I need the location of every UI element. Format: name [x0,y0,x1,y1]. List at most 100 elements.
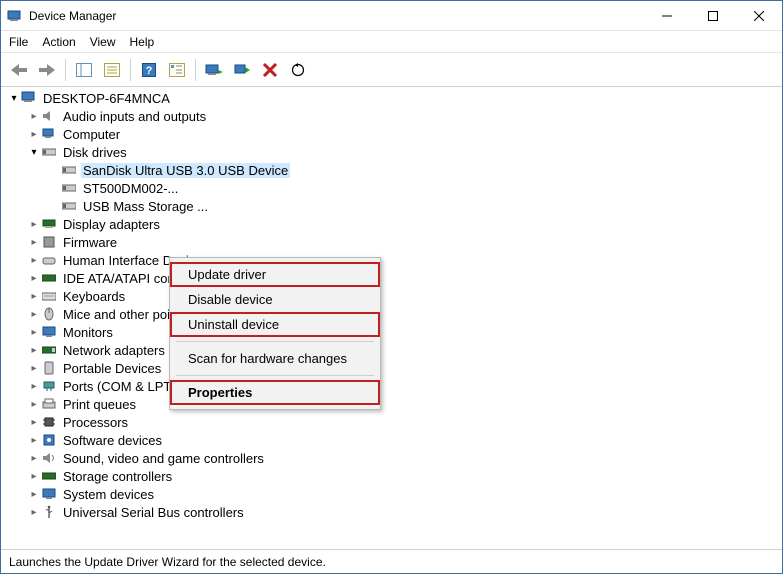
tree-row[interactable]: ▸ Monitors [3,323,780,341]
tree-row[interactable]: ▾ Disk drives [3,143,780,161]
expand-icon[interactable]: ▸ [27,363,41,374]
context-uninstall-device[interactable]: Uninstall device [170,312,380,337]
tree-row[interactable]: ▸ Processors [3,413,780,431]
tree-row[interactable]: USB Mass Storage ... [3,197,780,215]
nav-back-button[interactable] [7,58,31,82]
minimize-button[interactable] [644,1,690,31]
update-driver-button[interactable] [202,58,226,82]
tree-row[interactable]: ▸ Computer [3,125,780,143]
computer-icon [41,127,57,141]
tree-row[interactable]: ▸ Mice and other pointing devices [3,305,780,323]
expand-icon[interactable]: ▸ [27,453,41,464]
refresh-button[interactable] [286,58,310,82]
status-bar: Launches the Update Driver Wizard for th… [1,549,782,573]
expand-icon[interactable]: ▸ [27,471,41,482]
properties-button[interactable] [100,58,124,82]
menu-bar: File Action View Help [1,31,782,53]
expand-icon[interactable]: ▸ [27,327,41,338]
window-title: Device Manager [29,9,644,23]
svg-text:?: ? [146,65,153,77]
title-bar: Device Manager [1,1,782,31]
category-label: Display adapters [61,217,162,232]
window-controls [644,1,782,31]
category-label: Audio inputs and outputs [61,109,208,124]
expand-icon[interactable]: ▸ [27,291,41,302]
tree-row[interactable]: ▸ Portable Devices [3,359,780,377]
tree-row[interactable]: ▸ Human Interface Devices [3,251,780,269]
tree-row[interactable]: ▸ Firmware [3,233,780,251]
expand-icon[interactable]: ▸ [27,273,41,284]
expand-icon[interactable]: ▸ [27,489,41,500]
expand-icon[interactable]: ▸ [27,129,41,140]
tree-row[interactable]: ▸ Network adapters [3,341,780,359]
speaker-icon [41,109,57,123]
context-update-driver[interactable]: Update driver [170,262,380,287]
expand-icon[interactable]: ▾ [7,93,21,104]
expand-icon[interactable]: ▸ [27,435,41,446]
expand-icon[interactable]: ▸ [27,111,41,122]
menu-help[interactable]: Help [130,35,155,49]
category-label: Ports (COM & LPT) [61,379,178,394]
sound-icon [41,451,57,465]
tree-row[interactable]: ▸ Software devices [3,431,780,449]
disk-icon [61,181,77,195]
category-label: Disk drives [61,145,129,160]
tree-row[interactable]: ▸ Ports (COM & LPT) [3,377,780,395]
context-scan-hardware[interactable]: Scan for hardware changes [170,346,380,371]
device-tree[interactable]: ▾ DESKTOP-6F4MNCA ▸ Audio inputs and out… [1,87,782,546]
show-hide-tree-button[interactable] [72,58,96,82]
tree-row-selected[interactable]: SanDisk Ultra USB 3.0 USB Device [3,161,780,179]
context-properties[interactable]: Properties [170,380,380,405]
toolbar: ? [1,53,782,87]
category-label: Firmware [61,235,119,250]
expand-icon[interactable]: ▸ [27,507,41,518]
disk-icon [61,199,77,213]
uninstall-button[interactable] [258,58,282,82]
expand-icon[interactable]: ▸ [27,237,41,248]
computer-icon [21,91,37,105]
app-icon [7,8,23,24]
storage-controller-icon [41,469,57,483]
tree-row[interactable]: ▸ Display adapters [3,215,780,233]
toolbar-separator [130,59,131,81]
help-button[interactable]: ? [137,58,161,82]
expand-icon[interactable]: ▸ [27,381,41,392]
menu-action[interactable]: Action [42,35,75,49]
expand-icon[interactable]: ▸ [27,309,41,320]
nav-forward-button[interactable] [35,58,59,82]
expand-icon[interactable]: ▸ [27,255,41,266]
status-text: Launches the Update Driver Wizard for th… [9,555,326,569]
tree-row[interactable]: ▸ Universal Serial Bus controllers [3,503,780,521]
close-button[interactable] [736,1,782,31]
mouse-icon [41,307,57,321]
expand-icon[interactable]: ▸ [27,345,41,356]
keyboard-icon [41,289,57,303]
expand-icon[interactable]: ▾ [27,147,41,158]
expand-icon[interactable]: ▸ [27,417,41,428]
expand-icon[interactable]: ▸ [27,219,41,230]
tree-row[interactable]: ▸ Print queues [3,395,780,413]
tree-row[interactable]: ▸ System devices [3,485,780,503]
usb-icon [41,505,57,519]
tree-row[interactable]: ▸ Audio inputs and outputs [3,107,780,125]
hid-icon [41,253,57,267]
context-disable-device[interactable]: Disable device [170,287,380,312]
disk-icon [41,145,57,159]
maximize-button[interactable] [690,1,736,31]
app-window: Device Manager File Action View Help [0,0,783,574]
menu-file[interactable]: File [9,35,28,49]
menu-view[interactable]: View [90,35,116,49]
tree-row[interactable]: ▸ Keyboards [3,287,780,305]
expand-icon[interactable]: ▸ [27,399,41,410]
scan-hardware-button[interactable] [230,58,254,82]
tree-row[interactable]: ▸ IDE ATA/ATAPI controllers [3,269,780,287]
category-label: Software devices [61,433,164,448]
category-label: Processors [61,415,130,430]
tree-row[interactable]: ▸ Sound, video and game controllers [3,449,780,467]
action-list-button[interactable] [165,58,189,82]
tree-row[interactable]: ▸ Storage controllers [3,467,780,485]
tree-row[interactable]: ST500DM002-... [3,179,780,197]
processor-icon [41,415,57,429]
category-label: Storage controllers [61,469,174,484]
tree-root-row[interactable]: ▾ DESKTOP-6F4MNCA [3,89,780,107]
